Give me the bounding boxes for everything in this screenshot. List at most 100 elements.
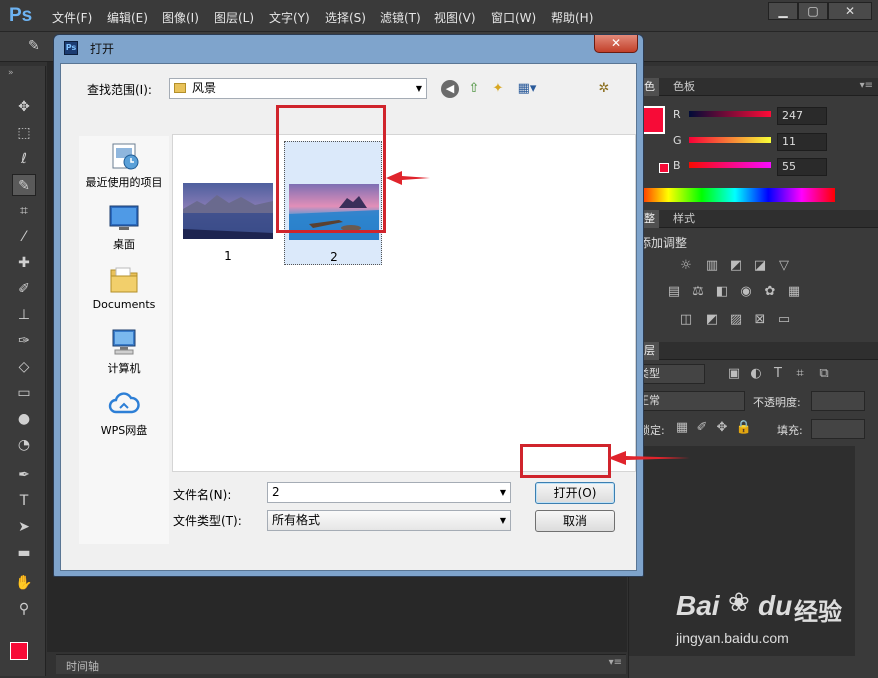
- look-in-dropdown[interactable]: 风景 ▼: [169, 78, 427, 99]
- place-documents[interactable]: Documents: [79, 264, 169, 311]
- vibrance-icon[interactable]: ▽: [775, 258, 793, 274]
- menu-layer[interactable]: 图层(L): [214, 9, 254, 26]
- eraser-tool-icon[interactable]: ◇: [12, 356, 36, 378]
- photo-filter-icon[interactable]: ◉: [737, 284, 755, 300]
- watermark-brand-2: du: [758, 590, 793, 621]
- r-value[interactable]: 247: [777, 107, 827, 125]
- crop-tool-icon[interactable]: ⌗: [12, 200, 36, 222]
- timeline-label[interactable]: 时间轴: [66, 658, 99, 674]
- opacity-input[interactable]: [811, 391, 865, 411]
- collapse-arrows-icon[interactable]: »: [8, 68, 14, 78]
- foreground-color-swatch[interactable]: [10, 642, 28, 660]
- invert-icon[interactable]: ◫: [677, 312, 695, 328]
- type-tool-icon[interactable]: T: [12, 490, 36, 512]
- filter-type-icon[interactable]: T: [769, 366, 787, 382]
- black-white-icon[interactable]: ◧: [713, 284, 731, 300]
- menu-edit[interactable]: 编辑(E): [107, 9, 148, 26]
- gradient-map-icon[interactable]: ▭: [775, 312, 793, 328]
- preview-icon[interactable]: ✲: [595, 80, 613, 98]
- chevron-down-icon[interactable]: ▼: [500, 483, 506, 502]
- quick-select-tool-icon[interactable]: ✎: [28, 38, 40, 54]
- g-value[interactable]: 11: [777, 133, 827, 151]
- place-wps-drive[interactable]: WPS网盘: [79, 388, 169, 438]
- shape-tool-icon[interactable]: ▬: [12, 542, 36, 564]
- color-lookup-icon[interactable]: ▦: [785, 284, 803, 300]
- dodge-tool-icon[interactable]: ◔: [12, 434, 36, 456]
- gradient-tool-icon[interactable]: ▭: [12, 382, 36, 404]
- filter-shape-icon[interactable]: ⌗: [791, 366, 809, 382]
- filetype-dropdown[interactable]: 所有格式 ▼: [267, 510, 511, 531]
- hue-saturation-icon[interactable]: ▤: [665, 284, 683, 300]
- curves-icon[interactable]: ◩: [727, 258, 745, 274]
- file-thumbnail: [183, 183, 273, 239]
- lock-pixels-icon[interactable]: ✐: [693, 420, 711, 436]
- selective-color-icon[interactable]: ⊠: [751, 312, 769, 328]
- filter-pixel-icon[interactable]: ▣: [725, 366, 743, 382]
- clone-stamp-tool-icon[interactable]: ⊥: [12, 304, 36, 326]
- g-slider[interactable]: [689, 137, 771, 143]
- path-selection-tool-icon[interactable]: ➤: [12, 516, 36, 538]
- filter-adjust-icon[interactable]: ◐: [747, 366, 765, 382]
- threshold-icon[interactable]: ▨: [727, 312, 745, 328]
- marquee-tool-icon[interactable]: ⬚: [12, 122, 36, 144]
- new-folder-icon[interactable]: ✦: [489, 80, 507, 98]
- place-computer[interactable]: 计算机: [79, 326, 169, 376]
- zoom-tool-icon[interactable]: ⚲: [12, 598, 36, 620]
- menu-filter[interactable]: 滤镜(T): [380, 9, 421, 26]
- quick-selection-tool-icon[interactable]: ✎: [12, 174, 36, 196]
- minimize-button[interactable]: ▁: [768, 2, 798, 20]
- open-button[interactable]: 打开(O): [535, 482, 615, 504]
- brush-tool-icon[interactable]: ✐: [12, 278, 36, 300]
- pen-tool-icon[interactable]: ✒: [12, 464, 36, 486]
- panel-menu-icon[interactable]: ▾≡: [860, 80, 873, 91]
- color-balance-icon[interactable]: ⚖: [689, 284, 707, 300]
- dialog-close-button[interactable]: ✕: [594, 35, 638, 53]
- file-item-1[interactable]: 1: [179, 141, 277, 265]
- view-menu-icon[interactable]: ▦▾: [513, 80, 541, 98]
- levels-icon[interactable]: ▥: [703, 258, 721, 274]
- computer-icon: [112, 329, 136, 355]
- move-tool-icon[interactable]: ✥: [12, 96, 36, 118]
- maximize-button[interactable]: ▢: [798, 2, 828, 20]
- cancel-button[interactable]: 取消: [535, 510, 615, 532]
- menu-window[interactable]: 窗口(W): [491, 9, 536, 26]
- highlight-open-button: [520, 444, 611, 478]
- folder-icon: [174, 83, 186, 93]
- channel-mixer-icon[interactable]: ✿: [761, 284, 779, 300]
- menu-view[interactable]: 视图(V): [434, 9, 476, 26]
- close-app-button[interactable]: ✕: [828, 2, 872, 20]
- b-slider[interactable]: [689, 162, 771, 168]
- lock-position-icon[interactable]: ✥: [713, 420, 731, 436]
- panel-menu-icon[interactable]: ▾≡: [609, 657, 622, 668]
- menu-file[interactable]: 文件(F): [52, 9, 92, 26]
- tab-swatches[interactable]: 色板: [669, 78, 699, 96]
- menu-type[interactable]: 文字(Y): [269, 9, 310, 26]
- healing-brush-tool-icon[interactable]: ✚: [12, 252, 36, 274]
- r-slider[interactable]: [689, 111, 771, 117]
- color-spectrum-bar[interactable]: [635, 188, 835, 202]
- place-desktop[interactable]: 桌面: [79, 202, 169, 252]
- history-brush-tool-icon[interactable]: ✑: [12, 330, 36, 352]
- up-folder-icon[interactable]: ⇧: [465, 80, 483, 98]
- lasso-tool-icon[interactable]: ℓ: [12, 148, 36, 170]
- back-icon[interactable]: ◀: [441, 80, 459, 98]
- file-label: 1: [224, 249, 232, 263]
- brightness-icon[interactable]: ☼: [677, 258, 695, 274]
- menu-image[interactable]: 图像(I): [162, 9, 199, 26]
- blend-mode-dropdown[interactable]: 正常: [633, 391, 745, 411]
- lock-all-icon[interactable]: 🔒: [735, 420, 753, 436]
- place-recent[interactable]: 最近使用的项目: [79, 140, 169, 190]
- exposure-icon[interactable]: ◪: [751, 258, 769, 274]
- filter-smart-icon[interactable]: ⧉: [815, 366, 833, 382]
- menu-select[interactable]: 选择(S): [325, 9, 366, 26]
- filename-input[interactable]: 2 ▼: [267, 482, 511, 503]
- posterize-icon[interactable]: ◩: [703, 312, 721, 328]
- menu-help[interactable]: 帮助(H): [551, 9, 593, 26]
- blur-tool-icon[interactable]: ●: [12, 408, 36, 430]
- tab-styles[interactable]: 样式: [669, 210, 699, 228]
- b-value[interactable]: 55: [777, 158, 827, 176]
- fill-input[interactable]: [811, 419, 865, 439]
- hand-tool-icon[interactable]: ✋: [12, 572, 36, 594]
- lock-transparent-icon[interactable]: ▦: [673, 420, 691, 436]
- eyedropper-tool-icon[interactable]: ⁄: [12, 226, 36, 248]
